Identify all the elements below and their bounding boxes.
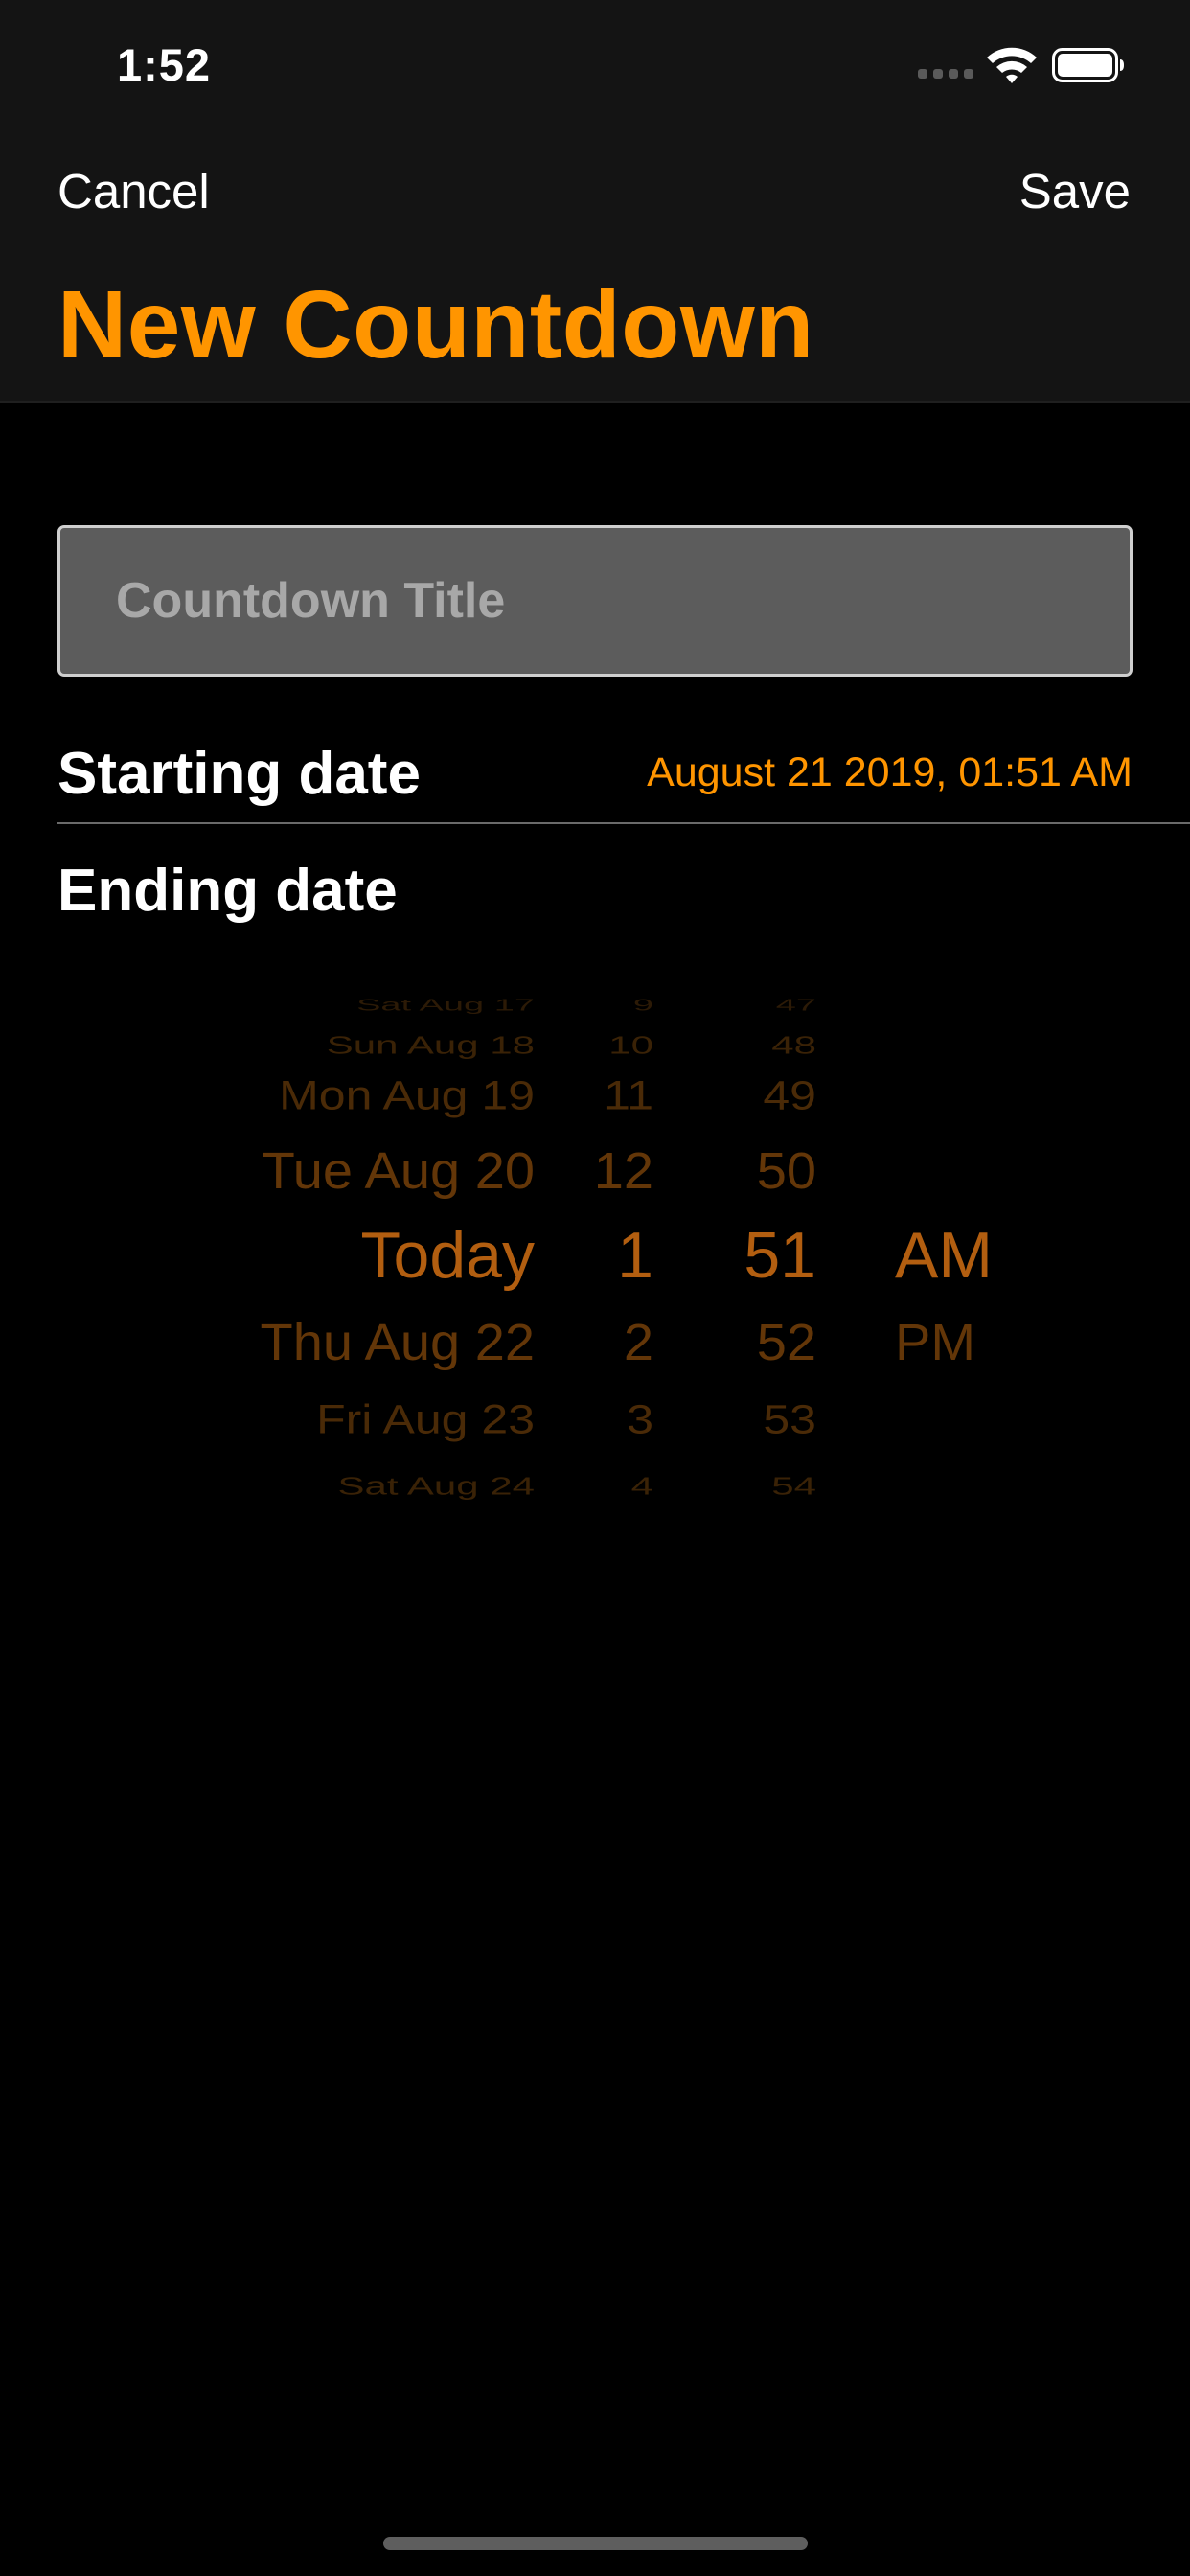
ending-date-picker[interactable]: Sat Aug 17 9 47 Sun Aug 18 10 48 Mon Aug 19 11 4…: [0, 997, 1190, 1514]
picker-hour-option[interactable]: 1: [617, 1223, 653, 1288]
status-time: 1:52: [117, 39, 212, 90]
picker-minute-option[interactable]: 51: [744, 1223, 816, 1288]
picker-hour-option[interactable]: 2: [624, 1317, 653, 1368]
picker-minute-option[interactable]: 54: [771, 1474, 816, 1499]
picker-minute-option[interactable]: 48: [771, 1033, 816, 1058]
ending-date-label: Ending date: [57, 858, 398, 924]
starting-date-value[interactable]: August 21 2019, 01:51 AM: [647, 749, 1133, 796]
picker-day-option[interactable]: Mon Aug 19: [279, 1075, 535, 1116]
signal-dots-icon: [918, 59, 973, 79]
picker-minute-option[interactable]: 52: [757, 1317, 816, 1368]
countdown-title-input[interactable]: [116, 528, 1074, 674]
picker-hour-option[interactable]: 11: [604, 1075, 653, 1116]
picker-day-option[interactable]: Thu Aug 22: [261, 1317, 535, 1368]
countdown-title-field[interactable]: [57, 525, 1133, 677]
picker-day-option[interactable]: Sat Aug 24: [337, 1474, 535, 1499]
screen: 1:52 Cancel Save New Countdown Starting …: [0, 0, 1190, 2576]
battery-icon: [1052, 48, 1124, 82]
save-button[interactable]: Save: [1019, 163, 1131, 219]
picker-day-option[interactable]: Fri Aug 23: [316, 1399, 535, 1440]
starting-date-label: Starting date: [57, 741, 421, 807]
page-title: New Countdown: [57, 271, 814, 379]
picker-minute-option[interactable]: 47: [776, 997, 816, 1013]
starting-date-row[interactable]: Starting date August 21 2019, 01:51 AM: [57, 709, 1190, 824]
picker-minute-option[interactable]: 49: [763, 1075, 816, 1116]
home-indicator[interactable]: [383, 2537, 808, 2550]
picker-hour-option[interactable]: 12: [594, 1145, 653, 1197]
picker-hour-option[interactable]: 10: [608, 1033, 653, 1058]
navigation-bar: 1:52 Cancel Save New Countdown: [0, 0, 1190, 402]
cancel-button[interactable]: Cancel: [57, 163, 210, 219]
picker-hour-option[interactable]: 3: [627, 1399, 653, 1440]
picker-hour-option[interactable]: 4: [631, 1474, 653, 1499]
picker-hour-option[interactable]: 9: [633, 997, 653, 1013]
picker-day-option[interactable]: Tue Aug 20: [263, 1145, 535, 1197]
picker-day-option[interactable]: Today: [361, 1223, 535, 1288]
picker-minute-option[interactable]: 53: [763, 1399, 816, 1440]
picker-ampm-option[interactable]: PM: [895, 1317, 975, 1368]
picker-day-option[interactable]: Sat Aug 17: [356, 997, 535, 1013]
wifi-icon: [987, 47, 1037, 83]
picker-minute-option[interactable]: 50: [757, 1145, 816, 1197]
picker-ampm-option[interactable]: AM: [895, 1223, 993, 1288]
picker-day-option[interactable]: Sun Aug 18: [327, 1033, 535, 1058]
